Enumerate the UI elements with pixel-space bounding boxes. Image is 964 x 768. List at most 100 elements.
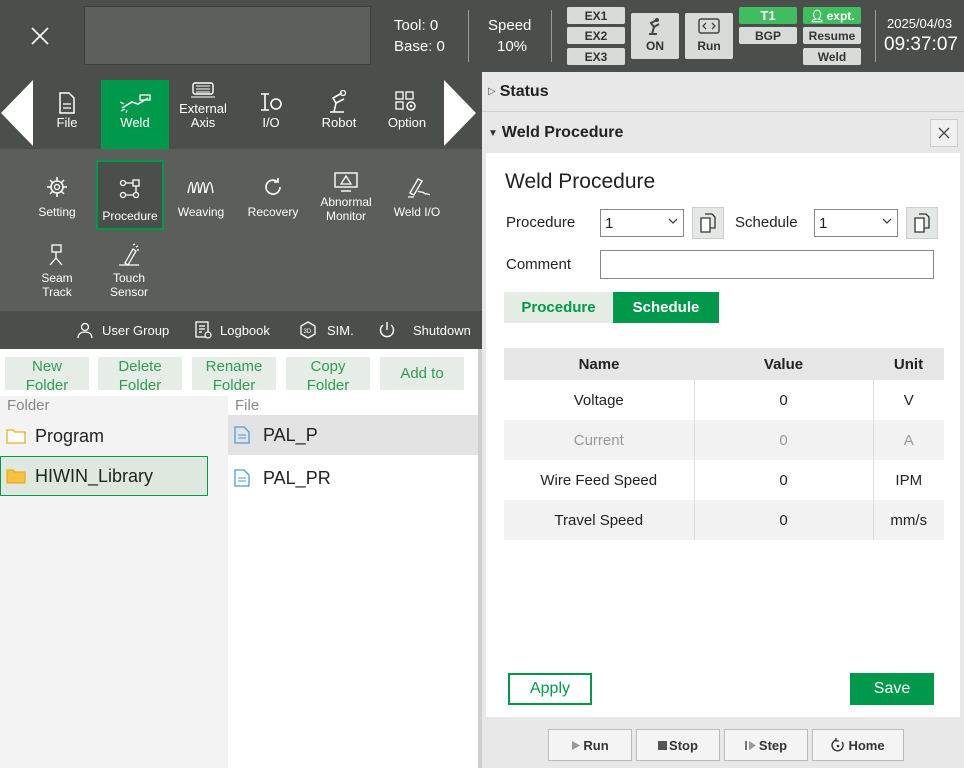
column-header: Value [763,355,804,373]
divider [468,10,469,62]
row-value[interactable]: 0 [694,380,874,420]
rename-folder-label-1: Rename [205,358,263,375]
mode-t1-badge[interactable]: T1 [739,7,797,24]
row-value[interactable]: 0 [694,500,874,540]
logbook-button[interactable]: Logbook [194,321,270,339]
schedule-table: Name Value Unit Voltage 0 V Current 0 A … [504,348,944,540]
sub-weaving[interactable]: Weaving [167,169,235,219]
robot-arm-icon [305,80,373,116]
folder-item-hiwin-library[interactable]: HIWIN_Library [0,456,208,496]
nav-prev-arrow[interactable] [0,80,34,146]
ex1-button[interactable]: EX1 [567,7,625,24]
servo-on-button[interactable]: ON [631,13,679,59]
file-item-pal-pr[interactable]: PAL_PR [228,458,478,498]
close-icon[interactable] [930,119,958,147]
sub-recovery[interactable]: Recovery [239,169,307,219]
new-folder-button[interactable]: New Folder [5,357,89,394]
file-doc-icon [234,469,250,487]
add-to-button[interactable]: Add to [380,357,464,390]
sub-procedure[interactable]: Procedure [96,160,164,230]
row-value[interactable]: 0 [694,420,874,460]
tab-schedule[interactable]: Schedule [613,292,719,323]
sub-abnormal-label-1: Abnormal [320,195,372,209]
home-button[interactable]: Home [812,729,904,761]
table-row[interactable]: Wire Feed Speed 0 IPM [504,460,944,500]
folder-item-program[interactable]: Program [0,417,228,455]
column-header: Unit [893,355,924,373]
page-title: Weld Procedure [505,170,656,193]
stop-label: Stop [669,737,698,753]
table-row[interactable]: Current 0 A [504,420,944,460]
nav-option[interactable]: Option [373,80,441,149]
copy-folder-label-2: Folder [306,377,350,394]
status-section-header[interactable]: ▷ Status [482,72,964,112]
weld-procedure-content: Weld Procedure Procedure 1 Schedule 1 Co… [486,153,960,717]
step-button[interactable]: Step [724,729,808,761]
sub-weld-io[interactable]: Weld I/O [383,169,451,219]
copy-folder-button[interactable]: Copy Folder [286,357,370,394]
sub-setting-label: Setting [38,205,76,219]
user-badge[interactable]: 👤︎ expt. [803,7,861,24]
resume-button[interactable]: Resume [803,27,861,44]
sub-abnormal-monitor[interactable]: Abnormal Monitor [311,169,381,223]
nav-external-axis[interactable]: External Axis [169,80,237,149]
sub-procedure-label: Procedure [102,209,158,223]
rename-folder-button[interactable]: Rename Folder [192,357,276,394]
shutdown-button[interactable]: Shutdown [378,321,471,339]
home-label: Home [848,737,885,753]
chevron-down-icon [882,218,892,224]
divider [875,10,876,62]
close-icon[interactable] [22,18,58,54]
sub-setting[interactable]: Setting [23,169,91,219]
folder-header: Folder [7,397,50,414]
procedure-select[interactable]: 1 [600,209,684,237]
table-row[interactable]: Travel Speed 0 mm/s [504,500,944,540]
nav-robot[interactable]: Robot [305,80,373,149]
weld-io-icon [383,169,451,205]
apply-button[interactable]: Apply [508,673,592,705]
nav-io[interactable]: I/O [237,80,305,149]
bgp-button[interactable]: BGP [739,27,797,44]
user-group-button[interactable]: User Group [76,321,169,339]
nav-weld-label: Weld [120,115,150,130]
file-header: File [235,397,260,414]
nav-robot-label: Robot [321,115,357,130]
file-name: PAL_P [263,424,318,445]
table-row[interactable]: Voltage 0 V [504,380,944,420]
base-label: Base: 0 [394,38,445,55]
sim-button[interactable]: 3D SIM. [299,321,354,339]
weld-procedure-section-header[interactable]: ▼ Weld Procedure [482,113,964,153]
schedule-copy-button[interactable] [906,207,938,239]
save-button[interactable]: Save [850,673,934,705]
nav-weld[interactable]: Weld [101,80,169,149]
ex2-button[interactable]: EX2 [567,27,625,44]
run-button[interactable]: Run [548,729,632,761]
ex3-button[interactable]: EX3 [567,48,625,65]
schedule-select[interactable]: 1 [814,209,898,237]
sub-seam-track[interactable]: Seam Track [23,239,91,299]
nav-option-label: Option [387,115,427,130]
row-value[interactable]: 0 [694,460,874,500]
tab-procedure[interactable]: Procedure [504,292,613,323]
sub-touch-label-2: Sensor [109,285,149,299]
procedure-copy-button[interactable] [692,207,724,239]
sub-touch-sensor[interactable]: Touch Sensor [95,239,163,299]
run-mode-button[interactable]: Run [685,13,733,59]
file-item-pal-p[interactable]: PAL_P [228,415,478,455]
code-icon [685,13,733,39]
nav-next-arrow[interactable] [443,80,477,146]
delete-folder-button[interactable]: Delete Folder [98,357,182,394]
nav-file-label: File [56,115,78,130]
weld-toggle-button[interactable]: Weld [803,48,861,65]
row-name: Travel Speed [504,500,695,540]
procedure-value: 1 [605,214,614,232]
user-group-label: User Group [102,322,170,338]
nav-file[interactable]: File [33,80,101,149]
expand-right-icon: ▷ [488,86,496,97]
sub-weaving-label: Weaving [177,205,225,219]
refresh-icon [239,169,307,205]
comment-field[interactable] [600,250,934,279]
sub-seam-label-1: Seam [41,271,73,285]
speed-value: 10% [497,38,528,55]
stop-button[interactable]: Stop [636,729,720,761]
